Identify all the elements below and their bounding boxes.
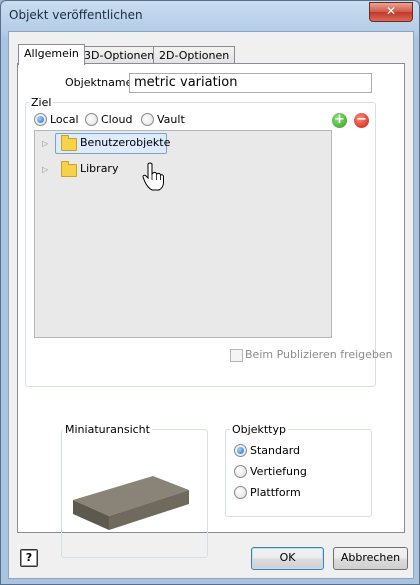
- tab-2d-optionen[interactable]: 2D-Optionen: [153, 46, 236, 64]
- window-title: Objekt veröffentlichen: [9, 8, 143, 22]
- objektname-label: Objektname:: [65, 76, 137, 89]
- radio-standard-label[interactable]: Standard: [250, 444, 300, 457]
- radio-cloud-label[interactable]: Cloud: [101, 113, 132, 126]
- radio-vertiefung[interactable]: [234, 465, 247, 478]
- radio-cloud[interactable]: [85, 113, 98, 126]
- radio-local[interactable]: [34, 113, 47, 126]
- radio-vault[interactable]: [141, 113, 154, 126]
- radio-vertiefung-label[interactable]: Vertiefung: [250, 465, 307, 478]
- dialog-window: Objekt veröffentlichen ✕ Allgemein 3D-Op…: [0, 0, 420, 585]
- tree-item-label: Benutzerobjekte: [80, 136, 171, 149]
- expand-arrow-icon[interactable]: ▷: [42, 165, 48, 174]
- remove-location-button[interactable]: −: [354, 113, 369, 128]
- hand-cursor-icon: [142, 162, 164, 191]
- radio-plattform-label[interactable]: Plattform: [250, 486, 301, 499]
- question-icon: ?: [25, 551, 33, 564]
- radio-plattform[interactable]: [234, 486, 247, 499]
- radio-vault-label[interactable]: Vault: [157, 113, 185, 126]
- add-location-button[interactable]: +: [332, 113, 347, 128]
- title-bar[interactable]: Objekt veröffentlichen ✕: [1, 1, 419, 29]
- radio-local-label[interactable]: Local: [50, 113, 79, 126]
- help-button[interactable]: ?: [20, 549, 38, 567]
- radio-standard[interactable]: [234, 444, 247, 457]
- preview-image: [61, 438, 206, 558]
- minus-icon: −: [356, 112, 367, 127]
- dialog-client: Allgemein 3D-Optionen 2D-Optionen Objekt…: [8, 31, 414, 579]
- expand-arrow-icon[interactable]: ▷: [42, 139, 48, 148]
- preview-legend: Miniaturansicht: [63, 423, 152, 436]
- tab-panel-allgemein: Objektname: metric variation Ziel Local …: [17, 63, 405, 558]
- tab-3d-optionen[interactable]: 3D-Optionen: [78, 46, 161, 64]
- close-button[interactable]: ✕: [369, 2, 413, 22]
- ziel-legend: Ziel: [29, 96, 54, 109]
- share-checkbox[interactable]: [230, 349, 243, 362]
- cancel-button[interactable]: Abbrechen: [333, 547, 408, 570]
- ok-button[interactable]: OK: [251, 547, 324, 570]
- folder-icon: [61, 135, 77, 151]
- objekttyp-legend: Objekttyp: [230, 423, 288, 436]
- objektname-input[interactable]: metric variation: [129, 73, 372, 93]
- plus-icon: +: [334, 112, 345, 127]
- location-tree[interactable]: ▷ Benutzerobjekte ▷ Library: [34, 130, 332, 338]
- tab-allgemein[interactable]: Allgemein: [18, 44, 85, 65]
- folder-icon: [61, 161, 77, 177]
- tree-item-label: Library: [80, 162, 119, 175]
- share-checkbox-label[interactable]: Beim Publizieren freigeben: [245, 348, 393, 361]
- close-icon: ✕: [385, 4, 397, 18]
